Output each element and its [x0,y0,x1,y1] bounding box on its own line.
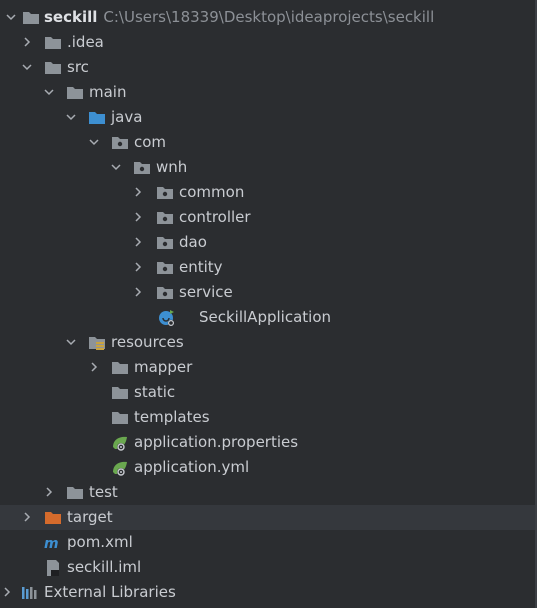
tree-row-service[interactable]: service [0,280,537,305]
tree-row-templates[interactable]: templates [0,405,537,430]
tree-row-seckill-application[interactable]: SeckillApplication [0,305,537,330]
package-icon [155,183,175,203]
tree-item-label: mapper [134,358,193,376]
package-icon [110,133,130,153]
tree-row-test[interactable]: test [0,480,537,505]
tree-row-dao[interactable]: dao [0,230,537,255]
tree-item-label: com [134,133,167,151]
folder-icon [43,58,63,78]
chevron-down-icon[interactable] [64,335,78,349]
tree-row-main[interactable]: main [0,80,537,105]
tree-row-target[interactable]: target [0,505,537,530]
tree-item-label: templates [134,408,210,426]
spring-config-icon [110,458,130,478]
chevron-right-icon[interactable] [20,35,34,49]
tree-row-entity[interactable]: entity [0,255,537,280]
chevron-right-icon[interactable] [131,260,145,274]
tree-item-label: application.properties [134,433,299,451]
excluded-folder-icon [43,508,63,528]
tree-row-project-root[interactable]: seckill C:\Users\18339\Desktop\ideaprojec… [0,5,537,30]
chevron-down-icon[interactable] [42,85,56,99]
spring-config-icon [110,433,130,453]
tree-row-java[interactable]: java [0,105,537,130]
tree-item-label: java [111,108,143,126]
source-root-icon [87,108,107,128]
tree-item-label: application.yml [134,458,250,476]
tree-item-label: static [134,383,176,401]
resources-root-icon [87,333,107,353]
chevron-right-icon[interactable] [87,360,101,374]
tree-row-external-libraries[interactable]: External Libraries [0,580,537,605]
tree-row-com[interactable]: com [0,130,537,155]
chevron-right-icon[interactable] [42,485,56,499]
libraries-icon [20,583,40,603]
tree-row-application-properties[interactable]: application.properties [0,430,537,455]
tree-item-label: seckill.iml [67,558,142,576]
tree-row-pom[interactable]: pom.xml [0,530,537,555]
chevron-right-icon[interactable] [0,585,14,599]
package-icon [132,158,152,178]
tree-row-static[interactable]: static [0,380,537,405]
tree-row-src[interactable]: src [0,55,537,80]
tree-item-label: target [67,508,113,526]
folder-icon [110,358,130,378]
project-path: C:\Users\18339\Desktop\ideaprojects\seck… [103,8,435,26]
chevron-right-icon[interactable] [131,285,145,299]
tree-row-common[interactable]: common [0,180,537,205]
chevron-down-icon[interactable] [4,10,18,24]
tree-row-controller[interactable]: controller [0,205,537,230]
tree-item-label: pom.xml [67,533,133,551]
tree-item-label: entity [179,258,223,276]
spring-boot-app-icon [157,308,177,328]
tree-item-label: resources [111,333,184,351]
tree-item-label: main [89,83,127,101]
tree-row-resources[interactable]: resources [0,330,537,355]
tree-row-idea[interactable]: .idea [0,30,537,55]
folder-icon [110,408,130,428]
tree-item-label: dao [179,233,207,251]
folder-icon [65,83,85,103]
tree-row-wnh[interactable]: wnh [0,155,537,180]
chevron-right-icon[interactable] [20,510,34,524]
folder-icon [65,483,85,503]
project-name: seckill [44,8,98,26]
project-tree: seckill C:\Users\18339\Desktop\ideaprojec… [0,0,537,608]
chevron-down-icon[interactable] [87,135,101,149]
folder-icon [110,383,130,403]
tree-item-label: wnh [156,158,188,176]
chevron-down-icon[interactable] [20,60,34,74]
chevron-down-icon[interactable] [64,110,78,124]
package-icon [155,283,175,303]
package-icon [155,233,175,253]
tree-row-application-yml[interactable]: application.yml [0,455,537,480]
tree-item-label: SeckillApplication [199,308,331,326]
tree-row-iml[interactable]: seckill.iml [0,555,537,580]
folder-icon [21,8,41,28]
iml-file-icon [43,558,63,578]
chevron-right-icon[interactable] [131,185,145,199]
tree-item-label: External Libraries [44,583,176,601]
tree-item-label: controller [179,208,251,226]
folder-icon [43,33,63,53]
tree-item-label: service [179,283,233,301]
tree-row-mapper[interactable]: mapper [0,355,537,380]
tree-item-label: test [89,483,118,501]
project-root-label: seckill C:\Users\18339\Desktop\ideaprojec… [44,7,434,27]
tree-item-label: src [67,58,89,76]
package-icon [155,208,175,228]
tree-item-label: common [179,183,245,201]
package-icon [155,258,175,278]
chevron-right-icon[interactable] [131,235,145,249]
chevron-down-icon[interactable] [109,160,123,174]
chevron-right-icon[interactable] [131,210,145,224]
maven-icon [43,533,63,553]
tree-item-label: .idea [67,33,104,51]
